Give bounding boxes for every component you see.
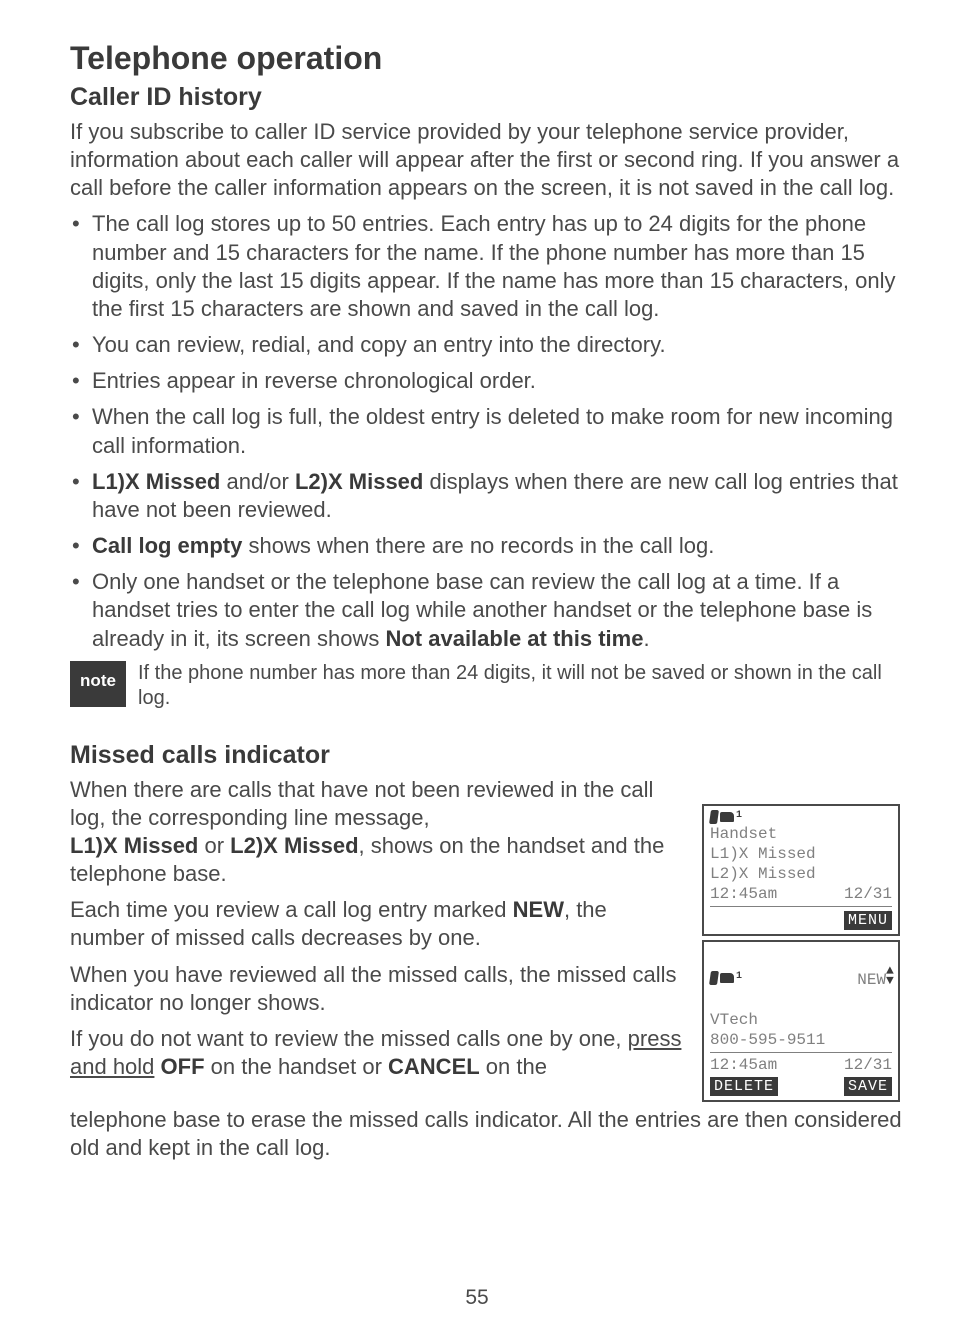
bold-text: L1)X Missed [70,833,198,858]
paragraph: If you do not want to review the missed … [70,1025,686,1081]
lcd-time: 12:45am [710,884,777,904]
bold-text: CANCEL [388,1054,480,1079]
lcd-new-badge: NEW [857,971,886,989]
bullet-item: Entries appear in reverse chronological … [70,367,902,395]
tail-paragraph: telephone base to erase the missed calls… [70,1106,902,1162]
text: When there are calls that have not been … [70,777,653,830]
bold-text: L2)X Missed [230,833,358,858]
missed-calls-section: When there are calls that have not been … [70,776,902,1106]
bullet-item: The call log stores up to 50 entries. Ea… [70,210,902,323]
intro-paragraph: If you subscribe to caller ID service pr… [70,118,902,202]
text: on the handset or [205,1054,388,1079]
lcd-screen-entry: 1 NEW▲▼ VTech 800-595-9511 12:45am 12/31… [702,940,900,1102]
lcd-line: L2)X Missed [710,864,892,884]
missed-calls-text-column: When there are calls that have not been … [70,776,686,1090]
lcd-title: Handset [710,824,892,844]
lcd-screen-handset: 1 Handset L1)X Missed L2)X Missed 12:45a… [702,804,900,936]
paragraph: Each time you review a call log entry ma… [70,896,686,952]
bullet-item: When the call log is full, the oldest en… [70,403,902,459]
text: shows when there are no records in the c… [242,533,714,558]
bold-text: NEW [513,897,564,922]
heading-caller-id-history: Caller ID history [70,83,902,112]
phone-icon: 1 [710,971,742,985]
text: Each time you review a call log entry ma… [70,897,513,922]
heading-missed-calls: Missed calls indicator [70,741,902,770]
lcd-line: L1)X Missed [710,844,892,864]
softkey-save: SAVE [844,1077,892,1096]
paragraph: When you have reviewed all the missed ca… [70,961,686,1017]
text: or [198,833,230,858]
text: on the [480,1054,547,1079]
bullet-list: The call log stores up to 50 entries. Ea… [70,210,902,652]
lcd-date: 12/31 [844,1055,892,1075]
text: If you do not want to review the missed … [70,1026,628,1051]
note-badge: note [70,661,126,707]
lcd-time: 12:45am [710,1055,777,1075]
bold-text: L2)X Missed [295,469,423,494]
lcd-date: 12/31 [844,884,892,904]
bullet-item: L1)X Missed and/or L2)X Missed displays … [70,468,902,524]
note-text: If the phone number has more than 24 dig… [138,661,902,711]
bold-text: L1)X Missed [92,469,220,494]
phone-icon: 1 [710,810,742,824]
softkey-menu: MENU [844,911,892,930]
bullet-item: Call log empty shows when there are no r… [70,532,902,560]
note-block: note If the phone number has more than 2… [70,661,902,711]
bullet-item: Only one handset or the telephone base c… [70,568,902,652]
page-number: 55 [0,1286,954,1310]
bold-text: Call log empty [92,533,242,558]
lcd-screens-column: 1 Handset L1)X Missed L2)X Missed 12:45a… [702,804,902,1106]
paragraph: When there are calls that have not been … [70,776,686,889]
lcd-caller-name: VTech [710,1010,892,1030]
softkey-delete: DELETE [710,1077,778,1096]
text: and/or [220,469,295,494]
heading-telephone-operation: Telephone operation [70,40,902,77]
bullet-item: You can review, redial, and copy an entr… [70,331,902,359]
bold-text: Not available at this time [385,626,643,651]
bold-text: OFF [161,1054,205,1079]
text: . [643,626,649,651]
lcd-caller-number: 800-595-9511 [710,1030,892,1050]
updown-arrow-icon: ▲▼ [886,966,894,986]
